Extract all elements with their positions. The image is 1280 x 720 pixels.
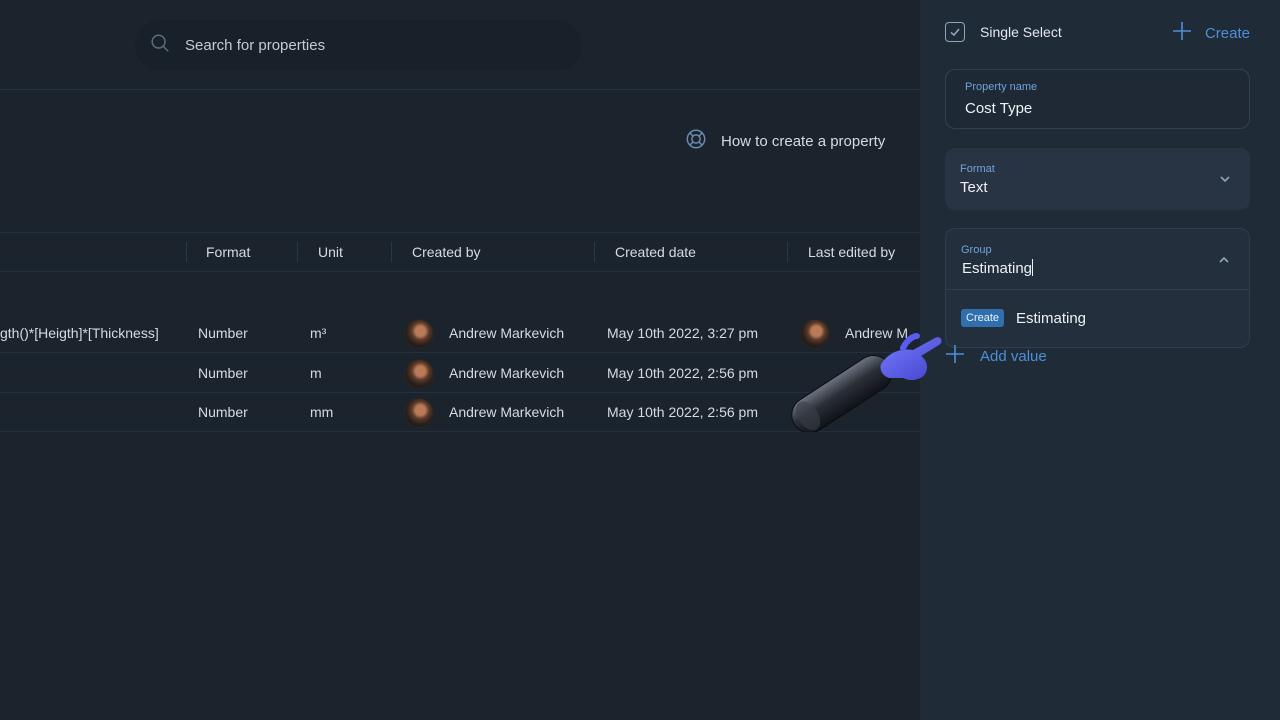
group-input[interactable]: Estimating xyxy=(962,259,1034,277)
property-type-label: Single Select xyxy=(980,24,1062,40)
column-divider xyxy=(297,242,298,262)
unit-cell: m xyxy=(310,365,322,381)
avatar xyxy=(404,398,434,428)
column-divider xyxy=(594,242,595,262)
created-by-cell: Andrew Markevich xyxy=(449,365,565,381)
table-row[interactable]: Number m Andrew Markevich May 10th 2022,… xyxy=(0,353,920,393)
column-header-unit[interactable]: Unit xyxy=(318,233,343,271)
table-row[interactable]: Number mm Andrew Markevich May 10th 2022… xyxy=(0,392,920,432)
column-divider xyxy=(391,242,392,262)
search-input[interactable] xyxy=(185,36,565,54)
created-by-cell: Andrew Markevich xyxy=(449,325,565,341)
property-name-value[interactable]: Cost Type xyxy=(965,100,1032,117)
add-value-label: Add value xyxy=(980,347,1047,365)
column-header-last-edited-by[interactable]: Last edited by xyxy=(808,233,895,271)
create-group-option[interactable]: Estimating xyxy=(1016,310,1086,327)
column-divider xyxy=(186,242,187,262)
format-select[interactable]: Format Text xyxy=(945,148,1250,210)
column-header-created-by[interactable]: Created by xyxy=(412,233,480,271)
format-value: Text xyxy=(960,179,988,196)
create-badge: Create xyxy=(961,309,1005,327)
group-label: Group xyxy=(961,244,992,256)
chevron-down-icon xyxy=(1220,176,1230,183)
help-link-label: How to create a property xyxy=(721,132,886,150)
table-row[interactable]: gth()*[Heigth]*[Thickness] Number m³ And… xyxy=(0,313,920,353)
search-icon xyxy=(149,32,171,59)
format-cell: Number xyxy=(198,404,248,420)
table-header: Format Unit Created by Created date Last… xyxy=(0,232,920,272)
formula-cell: gth()*[Heigth]*[Thickness] xyxy=(0,325,159,341)
property-name-label: Property name xyxy=(965,81,1038,93)
created-date-cell: May 10th 2022, 2:56 pm xyxy=(607,404,758,420)
dropdown-divider xyxy=(946,289,1249,290)
created-by-cell: Andrew Markevich xyxy=(449,404,565,420)
pointing-hand-icon xyxy=(791,333,942,432)
create-button[interactable]: Create xyxy=(1171,20,1250,46)
single-select-checkbox[interactable] xyxy=(945,22,965,42)
lifebuoy-icon xyxy=(685,128,721,154)
column-header-format[interactable]: Format xyxy=(206,233,250,271)
format-cell: Number xyxy=(198,365,248,381)
search-box[interactable] xyxy=(135,20,582,70)
created-date-cell: May 10th 2022, 3:27 pm xyxy=(607,325,758,341)
main-area: How to create a property Format Unit Cre… xyxy=(0,0,920,720)
add-value-button[interactable]: Add value xyxy=(945,344,1047,368)
column-header-created-date[interactable]: Created date xyxy=(615,233,696,271)
text-caret xyxy=(1032,259,1034,276)
plus-icon xyxy=(1171,20,1205,46)
unit-cell: m³ xyxy=(310,325,327,341)
created-date-cell: May 10th 2022, 2:56 pm xyxy=(607,365,758,381)
panel-header: Single Select Create xyxy=(945,22,1255,42)
top-bar xyxy=(0,0,920,90)
property-name-field[interactable]: Property name Cost Type xyxy=(945,69,1250,129)
format-cell: Number xyxy=(198,325,248,341)
column-divider xyxy=(787,242,788,262)
chevron-up-icon[interactable] xyxy=(1217,253,1231,267)
help-link[interactable]: How to create a property xyxy=(685,128,885,154)
avatar xyxy=(404,359,434,389)
avatar xyxy=(404,319,434,349)
group-input-value: Estimating xyxy=(962,260,1033,277)
create-button-label: Create xyxy=(1204,24,1250,42)
format-label: Format xyxy=(960,163,995,175)
unit-cell: mm xyxy=(310,404,334,420)
group-select[interactable]: Group Estimating Create Estimating xyxy=(945,228,1250,348)
